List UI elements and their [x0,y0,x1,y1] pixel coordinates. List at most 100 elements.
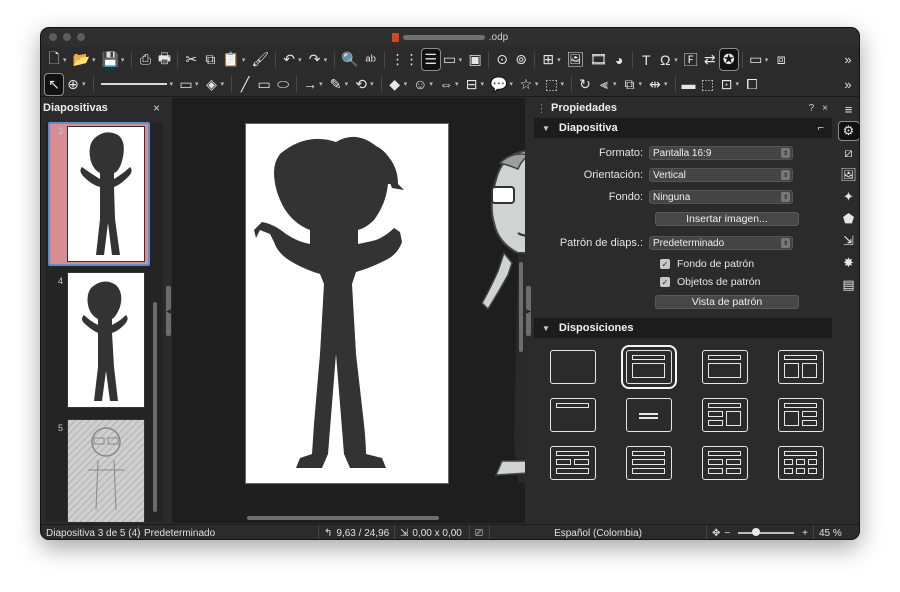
slide-transition-tab-icon[interactable]: ⧄ [839,144,859,162]
line-color-icon[interactable]: ▭ [177,74,195,95]
zoom-pan-icon[interactable]: ⊕ [64,74,82,95]
table-icon[interactable]: ⊞ [539,49,557,70]
ellipse-tool-icon[interactable]: ⬭ [274,74,292,95]
more-toolbar-icon[interactable]: » [839,49,857,70]
layout-title-only[interactable] [550,398,596,432]
layout-title-2content-content[interactable] [702,398,748,432]
document-modified-icon[interactable]: ⎚ [470,525,490,539]
silhouette-image[interactable] [246,124,448,483]
master-objects-checkbox[interactable]: ✓ Objetos de patrón [660,275,760,289]
zoom-window-button[interactable] [77,33,85,41]
slide-thumbnail-4[interactable]: 4 [45,272,155,412]
master-slides-tab-icon[interactable]: ▤ [839,276,859,294]
line-style-icon[interactable] [100,83,167,85]
select-arrow-icon[interactable]: ↖ [44,72,64,96]
undo-icon[interactable]: ↶ [280,49,298,70]
layout-title-6content[interactable] [778,446,824,480]
filter-icon[interactable]: ⊡ [718,74,736,95]
master-slide-select[interactable]: Predeterminado ⇕ [649,236,793,250]
effects-tab-icon[interactable]: ✸ [839,254,859,272]
master-background-checkbox[interactable]: ✓ Fondo de patrón [660,257,754,271]
checkmark-icon[interactable]: ✓ [660,259,670,269]
crop-icon[interactable]: ⬚ [699,74,717,95]
more-options-icon[interactable]: ⌐ [818,122,824,134]
background-select[interactable]: Ninguna ⇕ [649,190,793,204]
connector-icon[interactable]: ⟲ [352,74,370,95]
zoom-level[interactable]: 45 % [814,525,847,539]
canvas-horizontal-scrollbar[interactable] [247,516,439,520]
layout-title-4content[interactable] [702,446,748,480]
open-icon[interactable]: 📂 [71,49,92,70]
helplines-icon[interactable]: ☰ [420,48,441,71]
slide-thumbnail-5[interactable]: 5 [45,419,155,522]
display-views-icon[interactable]: ▭ [441,49,459,70]
layout-title-content-over-content[interactable] [626,446,672,480]
current-slide[interactable] [245,123,449,484]
zoom-slider-knob[interactable] [752,528,761,536]
zoom-in-button[interactable]: + [802,528,808,539]
close-window-button[interactable] [49,33,57,41]
layout-title-content[interactable] [621,345,677,389]
navigator-tab-icon[interactable]: ✦ [839,188,859,206]
spelling-icon[interactable]: ᵃᵇ [362,49,380,70]
points-icon[interactable]: ⧠ [743,74,761,95]
thumbnails-scrollbar[interactable] [153,302,157,512]
master-view-button[interactable]: Vista de patrón [655,295,799,309]
basic-shapes-icon[interactable]: ◆ [386,74,404,95]
symbol-shapes-icon[interactable]: ☺ [411,74,429,95]
export-pdf-icon[interactable]: ⎙ [136,49,154,70]
redo-icon[interactable]: ↷ [306,49,324,70]
fill-color-icon[interactable]: ◈ [203,74,221,95]
canvas-vertical-scrollbar[interactable] [519,262,523,352]
arrange-icon[interactable]: ⧈ [772,49,790,70]
block-arrows-icon[interactable]: ⇔ [437,74,455,95]
drag-handle-icon[interactable]: ⋮ [536,102,547,115]
zoom-slider[interactable] [738,528,795,536]
media-icon[interactable]: 🎞 [587,49,609,70]
callouts-icon[interactable]: 💬 [488,74,509,95]
arrow-line-icon[interactable]: → [301,74,319,95]
layouts-section-header[interactable]: ▼ Disposiciones [534,318,832,338]
start-first-icon[interactable]: ⊙ [493,49,511,70]
align-icon[interactable]: ⫷ [595,74,613,95]
transitions-icon[interactable]: ⇄ [701,49,719,70]
3d-objects-icon[interactable]: ⬚ [542,74,560,95]
sidebar-menu-icon[interactable]: ≡ [839,100,859,118]
shadow-icon[interactable]: ▬ [680,74,698,95]
gallery-tab-icon[interactable]: 🖼 [839,166,859,184]
format-select[interactable]: Pantalla 16:9 ⇕ [649,146,793,160]
cut-icon[interactable]: ✂ [182,49,200,70]
layout-blank[interactable] [550,350,596,384]
show-draw-icon[interactable]: ▭ [747,49,765,70]
layout-title-2content-over[interactable] [550,446,596,480]
special-character-icon[interactable]: Ω [656,49,674,70]
distribute-icon[interactable]: ⇹ [646,74,664,95]
right-splitter-handle[interactable]: ▶ [526,286,531,336]
grid-icon[interactable]: ⋮⋮ [389,49,421,70]
print-icon[interactable]: 🖶 [155,49,173,70]
start-current-icon[interactable]: ⊚ [512,49,530,70]
find-icon[interactable]: 🔍 [339,49,360,70]
flowchart-icon[interactable]: ⊟ [462,74,480,95]
rotate-icon[interactable]: ↻ [576,74,594,95]
curve-icon[interactable]: ✎ [327,74,345,95]
close-icon[interactable]: × [153,101,160,115]
animation-tab-icon[interactable]: ⇲ [839,232,859,250]
text-box-icon[interactable]: T [637,49,655,70]
left-splitter-handle[interactable]: ◀ [166,286,171,336]
paste-icon[interactable]: 📋 [220,49,241,70]
layout-centered-text[interactable] [626,398,672,432]
fit-slide-icon[interactable]: ✥ [712,528,720,539]
master-slide-icon[interactable]: ▣ [466,49,484,70]
help-icon[interactable]: ? [809,103,815,114]
orientation-select[interactable]: Vertical ⇕ [649,168,793,182]
fontwork-icon[interactable]: 🄵 [682,49,700,70]
layout-title-two-content[interactable] [778,350,824,384]
line-tool-icon[interactable]: ╱ [236,74,254,95]
more-drawing-icon[interactable]: » [839,74,857,95]
slide-canvas[interactable] [172,98,525,523]
language-status[interactable]: Español (Colombia) [490,525,707,539]
chevron-down-icon[interactable]: ▼ [542,124,550,133]
layout-title-content-2content[interactable] [778,398,824,432]
stars-icon[interactable]: ☆ [517,74,535,95]
